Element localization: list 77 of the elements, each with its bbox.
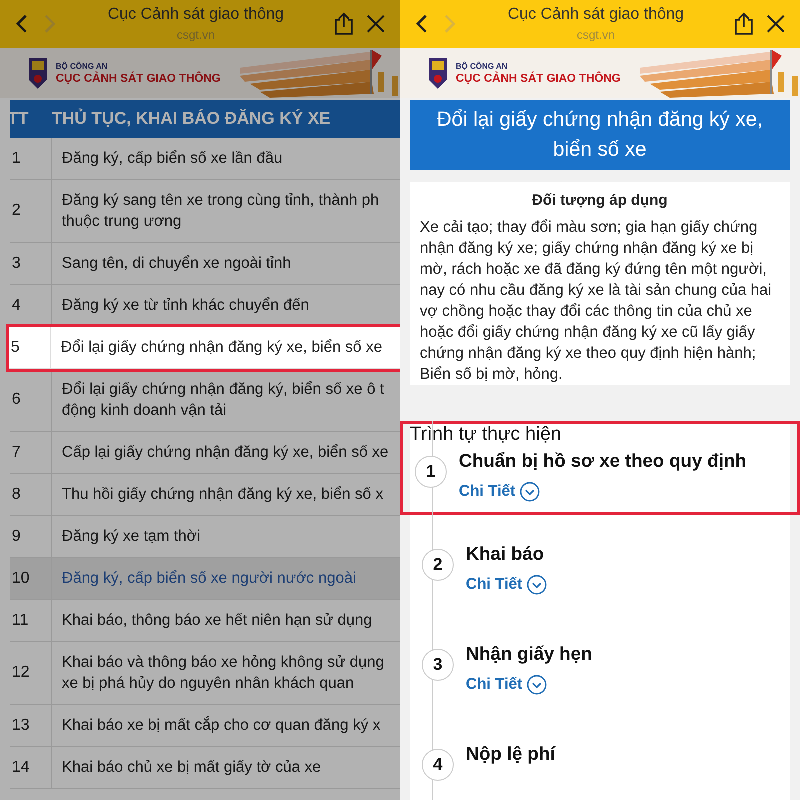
shield-emblem-icon <box>428 56 448 90</box>
share-icon[interactable] <box>734 12 754 36</box>
share-icon[interactable] <box>334 12 354 36</box>
table-row[interactable]: 6 Đổi lại giấy chứng nhận đăng ký, biển số xe ô t động kinh doanh vận tải <box>10 369 400 432</box>
step-title: Khai báo <box>466 543 546 565</box>
table-row[interactable]: 7 Cấp lại giấy chứng nhận đăng ký xe, biển số xe <box>10 432 400 474</box>
step-number: 3 <box>422 649 454 681</box>
close-icon[interactable] <box>766 14 786 34</box>
table-row[interactable]: 8 Thu hồi giấy chứng nhận đăng ký xe, biển số x <box>10 474 400 516</box>
chevron-down-icon <box>520 482 540 502</box>
row-number: 14 <box>10 747 52 788</box>
chevron-down-icon <box>526 575 547 595</box>
section-heading: Đối tượng áp dụng <box>531 192 669 209</box>
table-row[interactable]: 3 Sang tên, di chuyển xe ngoài tỉnh <box>10 243 400 285</box>
row-number: 5 <box>9 327 51 368</box>
procedure-name[interactable]: Khai báo và thông báo xe hỏng không sử dụng xe bị phá hủy do nguyên nhân khách quan <box>52 642 400 704</box>
procedure-name[interactable]: Đăng ký xe tạm thời <box>52 516 400 557</box>
step-number: 4 <box>422 749 454 781</box>
shield-emblem-icon <box>28 56 48 90</box>
details-link[interactable]: Chi Tiết <box>466 675 547 695</box>
row-number: 1 <box>10 138 52 179</box>
row-number: 8 <box>10 474 52 515</box>
row-number: 13 <box>10 705 52 746</box>
page-url: csgt.vn <box>576 27 615 43</box>
step-number: 1 <box>415 456 447 488</box>
procedure-name[interactable]: Khai báo, thông báo xe hết niên hạn sử dụng <box>52 600 400 641</box>
table-row[interactable]: 1 Đăng ký, cấp biển số xe lần đầu <box>10 138 400 180</box>
procedure-name[interactable]: Sang tên, di chuyển xe ngoài tỉnh <box>52 243 400 284</box>
procedure-name[interactable]: Đổi lại giấy chứng nhận đăng ký, biển số xe ô t động kinh doanh vận tải <box>52 369 400 431</box>
procedure-name[interactable]: Đăng ký sang tên xe trong cùng tỉnh, thành ph thuộc trung ương <box>52 180 400 242</box>
highlighted-row[interactable]: 5 Đổi lại giấy chứng nhận đăng ký xe, biển số xe <box>9 327 400 369</box>
table-row[interactable]: 9 Đăng ký xe tạm thời <box>10 516 400 558</box>
page-title: Cục Cảnh sát giao thông <box>108 5 284 24</box>
row-number: 3 <box>10 243 52 284</box>
column-header: TT <box>8 109 30 129</box>
chevron-down-icon <box>526 675 547 695</box>
back-button[interactable] <box>14 14 30 34</box>
row-number: 7 <box>10 432 52 473</box>
table-row[interactable]: 13 Khai báo xe bị mất cắp cho cơ quan đăng ký x <box>10 705 400 747</box>
step-title: Chuẩn bị hồ sơ xe theo quy định <box>459 450 748 472</box>
table-row[interactable]: 2 Đăng ký sang tên xe trong cùng tỉnh, thành ph thuộc trung ương <box>10 180 400 243</box>
procedure-name[interactable]: Cấp lại giấy chứng nhận đăng ký xe, biển số xe <box>52 432 400 473</box>
details-link[interactable]: Chi Tiết <box>466 575 547 595</box>
table-row[interactable]: 10 Đăng ký, cấp biển số xe người nước ngoài <box>10 558 400 600</box>
table-row[interactable]: 4 Đăng ký xe từ tỉnh khác chuyển đến <box>10 285 400 327</box>
step-number: 2 <box>422 549 454 581</box>
agency-name: BỘ CÔNG AN <box>56 62 109 70</box>
back-button[interactable] <box>414 14 430 34</box>
column-header: THỦ TỤC, KHAI BÁO ĐĂNG KÝ XE <box>52 109 332 129</box>
procedure-name[interactable]: Đổi lại giấy chứng nhận đăng ký xe, biển số xe <box>51 327 400 368</box>
row-number: 10 <box>10 558 52 599</box>
row-number: 9 <box>10 516 52 557</box>
department-name: CỤC CẢNH SÁT GIAO THÔNG <box>456 72 621 84</box>
procedure-name[interactable]: Đăng ký, cấp biển số xe người nước ngoài <box>52 558 400 599</box>
table-row[interactable]: 14 Khai báo chủ xe bị mất giấy tờ của xe <box>10 747 400 789</box>
agency-name: BỘ CÔNG AN <box>456 62 509 70</box>
procedure-name[interactable]: Đăng ký, cấp biển số xe lần đầu <box>52 138 400 179</box>
page-url: csgt.vn <box>176 27 215 43</box>
row-number: 2 <box>10 180 52 242</box>
step-title: Nộp lệ phí <box>466 743 557 765</box>
section-heading: Trình tự thực hiện <box>409 424 562 446</box>
row-number: 12 <box>10 642 52 704</box>
step-title: Nhận giấy hẹn <box>466 643 594 665</box>
table-row[interactable]: 12 Khai báo và thông báo xe hỏng không sử dụng xe bị phá hủy do nguyên nhân khách quan <box>10 642 400 705</box>
row-number: 11 <box>10 600 52 641</box>
row-number: 6 <box>10 369 52 431</box>
applicability-text: Xe cải tạo; thay đổi màu sơn; gia hạn giấy chứng nhận đăng ký xe; giấy chứng nhận đăng ký xe bị mờ, rách hoặc xe đã đăng ký đứng tên một người, nay có nhu cầu đăng ký xe là tài sản chung của hai vợ chồng hoặc thay đổi các thông tin của chủ xe hoặc đổi giấy chứng nhận đăng ký xe cũ lấy giấy chứng nhận đăng ký xe theo quy định hiện hành; Biển số bị mờ, hỏng. <box>420 218 773 385</box>
close-icon[interactable] <box>366 14 386 34</box>
procedure-name[interactable]: Khai báo chủ xe bị mất giấy tờ của xe <box>52 747 400 788</box>
table-row[interactable]: 11 Khai báo, thông báo xe hết niên hạn sử dụng <box>10 600 400 642</box>
procedure-name[interactable]: Thu hồi giấy chứng nhận đăng ký xe, biển số x <box>52 474 400 515</box>
procedure-name[interactable]: Đăng ký xe từ tỉnh khác chuyển đến <box>52 285 400 326</box>
page-title: Cục Cảnh sát giao thông <box>508 5 684 24</box>
department-name: CỤC CẢNH SÁT GIAO THÔNG <box>56 72 221 84</box>
page-heading: Đổi lại giấy chứng nhận đăng ký xe, biển số xe <box>410 100 790 170</box>
procedure-name[interactable]: Khai báo xe bị mất cắp cho cơ quan đăng ký x <box>52 705 400 746</box>
details-link[interactable]: Chi Tiết <box>459 482 540 502</box>
